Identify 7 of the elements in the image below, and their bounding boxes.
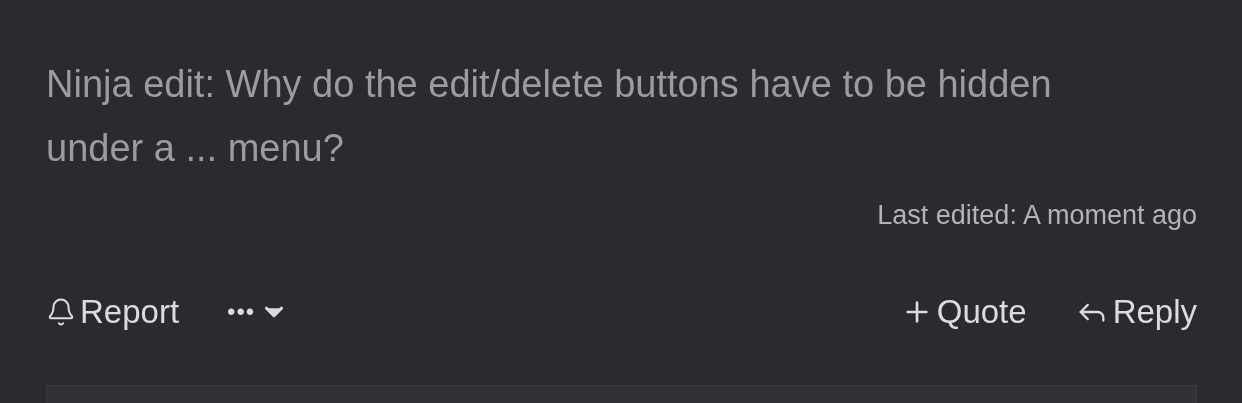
post-body: Ninja edit: Why do the edit/delete buttons have to be hidden under a ... menu? bbox=[46, 62, 1053, 171]
reply-link[interactable]: Reply bbox=[1074, 293, 1197, 331]
last-edited-text: Last edited: A moment ago bbox=[877, 200, 1197, 231]
bell-icon bbox=[46, 297, 76, 327]
report-link[interactable]: Report bbox=[46, 293, 180, 331]
quote-link[interactable]: Quote bbox=[900, 293, 1027, 331]
more-menu-button[interactable]: ••• bbox=[227, 297, 290, 327]
